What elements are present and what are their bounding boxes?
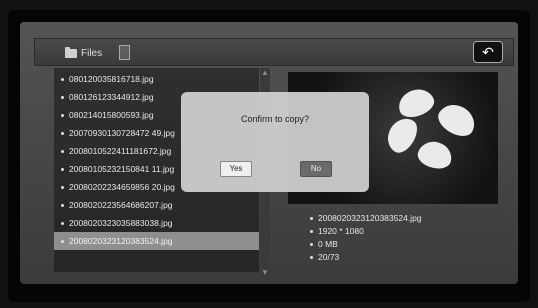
flower-petal [433,98,481,142]
list-item[interactable]: 2008020323035883038.jpg [54,214,259,232]
info-resolution: 1920 * 1080 [310,225,422,238]
files-tab-label: Files [81,47,103,59]
yes-button[interactable]: Yes [220,161,252,177]
info-position: 20/73 [310,251,422,264]
no-button[interactable]: No [300,161,332,177]
flower-petal [381,112,423,158]
media-browser-screen: Files ↶ 080120035816718.jpg 080126123344… [20,22,518,284]
scroll-up-icon[interactable]: ▲ [260,68,270,78]
image-info: 2008020323120383524.jpg 1920 * 1080 0 MB… [310,212,422,264]
scroll-down-icon[interactable]: ▼ [260,268,270,278]
back-button[interactable]: ↶ [473,41,503,63]
flower-petal [415,138,455,172]
back-arrow-icon: ↶ [482,44,494,60]
confirm-dialog: Confirm to copy? Yes No [181,92,369,192]
document-icon[interactable] [119,45,130,60]
list-item[interactable]: 080120035816718.jpg [54,70,259,88]
flower-petal [394,84,438,122]
list-item-selected[interactable]: 2008020323120383524.jpg [54,232,259,250]
files-tab[interactable]: Files [65,45,102,61]
top-bar: Files ↶ [34,38,514,66]
info-filename: 2008020323120383524.jpg [310,212,422,225]
folder-icon [65,46,77,58]
list-item[interactable]: 2008020223564686207.jpg [54,196,259,214]
info-size: 0 MB [310,238,422,251]
dialog-message: Confirm to copy? [240,114,310,124]
